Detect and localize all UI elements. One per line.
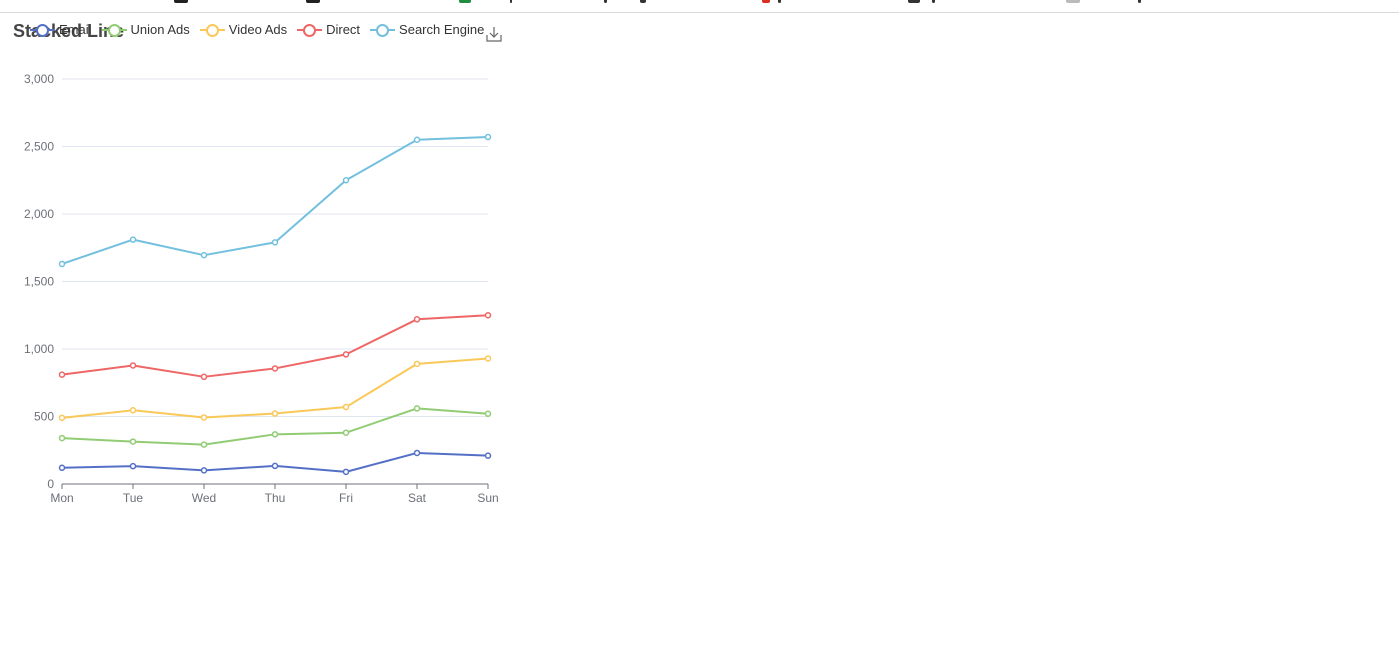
data-point-direct — [484, 312, 492, 319]
legend-swatch — [199, 23, 225, 37]
y-tick-label: 0 — [47, 477, 54, 491]
chart-container: Stacked Line Email Union Ads Video Ads Dire… — [0, 12, 520, 512]
toolbar-icon — [1066, 0, 1080, 3]
data-point-union-ads — [58, 434, 66, 442]
data-point-video-ads — [413, 360, 421, 368]
data-point-direct — [129, 362, 137, 369]
legend-label: Search Engine — [399, 22, 485, 37]
data-point-video-ads — [58, 414, 66, 422]
x-tick-label: Sat — [408, 491, 427, 505]
toolbar-icon — [459, 0, 471, 3]
y-tick-label: 2,000 — [24, 207, 54, 221]
chart-legend: Email Union Ads Video Ads Direct Search Engi… — [30, 22, 494, 37]
download-icon[interactable] — [486, 26, 502, 42]
toolbar-icon — [1138, 0, 1141, 3]
data-point-email — [342, 468, 350, 476]
legend-item-union-ads[interactable]: Union Ads — [101, 22, 190, 37]
data-point-video-ads — [200, 414, 208, 421]
data-point-search-engine — [129, 236, 137, 243]
toolbar-icon — [174, 0, 188, 3]
data-point-email — [413, 449, 421, 457]
data-point-video-ads — [271, 410, 279, 417]
data-point-direct — [271, 365, 279, 372]
data-point-search-engine — [200, 251, 208, 259]
data-point-union-ads — [413, 405, 421, 412]
toolbar-icon — [932, 0, 935, 3]
data-point-email — [58, 464, 66, 472]
x-tick-label: Mon — [50, 491, 73, 505]
data-point-union-ads — [342, 429, 350, 436]
legend-label: Direct — [326, 22, 361, 37]
y-tick-label: 2,500 — [24, 140, 54, 154]
data-point-search-engine — [484, 133, 492, 141]
y-tick-label: 1,500 — [24, 275, 54, 289]
y-tick-label: 3,000 — [24, 72, 54, 86]
legend-item-email[interactable]: Email — [30, 22, 92, 37]
plot-area: 0 500 1,000 1,500 2,000 2,500 3,000 Mon Tue Wed Th… — [24, 72, 499, 505]
data-point-direct — [413, 316, 421, 323]
data-point-video-ads — [129, 407, 137, 414]
data-point-union-ads — [129, 438, 137, 445]
legend-item-direct[interactable]: Direct — [297, 22, 360, 37]
legend-label: Union Ads — [130, 22, 190, 37]
data-point-video-ads — [484, 355, 492, 362]
toolbar-icon — [510, 0, 512, 3]
legend-item-video-ads[interactable]: Video Ads — [199, 22, 288, 37]
x-tick-label: Fri — [339, 491, 353, 505]
legend-label: Email — [59, 22, 92, 37]
legend-swatch — [297, 23, 323, 37]
x-tick-label: Tue — [123, 491, 144, 505]
data-point-search-engine — [342, 177, 350, 184]
toolbar-icon — [306, 0, 320, 3]
data-point-email — [271, 462, 279, 470]
x-tick-label: Wed — [192, 491, 216, 505]
data-point-direct — [200, 373, 208, 381]
legend-swatch — [30, 23, 55, 37]
legend-label: Video Ads — [228, 22, 288, 37]
data-point-email — [129, 462, 137, 470]
data-point-union-ads — [200, 441, 208, 448]
y-tick-label: 500 — [34, 410, 54, 424]
toolbar-icon — [762, 0, 770, 3]
data-point-union-ads — [484, 410, 492, 418]
x-tick-label: Thu — [265, 491, 286, 505]
data-point-video-ads — [342, 403, 350, 411]
legend-item-search-engine[interactable]: Search Engine — [370, 22, 484, 37]
data-point-direct — [342, 351, 350, 358]
toolbar-icon — [604, 0, 607, 3]
data-point-search-engine — [271, 239, 279, 246]
data-point-direct — [58, 371, 66, 378]
data-point-union-ads — [271, 431, 279, 438]
x-tick-label: Sun — [477, 491, 498, 505]
toolbar-icon — [778, 0, 781, 3]
data-point-search-engine — [413, 136, 421, 143]
toolbar-icon — [908, 0, 920, 3]
data-point-email — [200, 467, 208, 474]
legend-swatch — [370, 23, 396, 37]
toolbar-icon — [640, 0, 646, 3]
data-point-email — [484, 452, 492, 459]
data-point-search-engine — [58, 260, 66, 268]
legend-swatch — [101, 23, 127, 37]
y-tick-label: 1,000 — [24, 342, 54, 356]
